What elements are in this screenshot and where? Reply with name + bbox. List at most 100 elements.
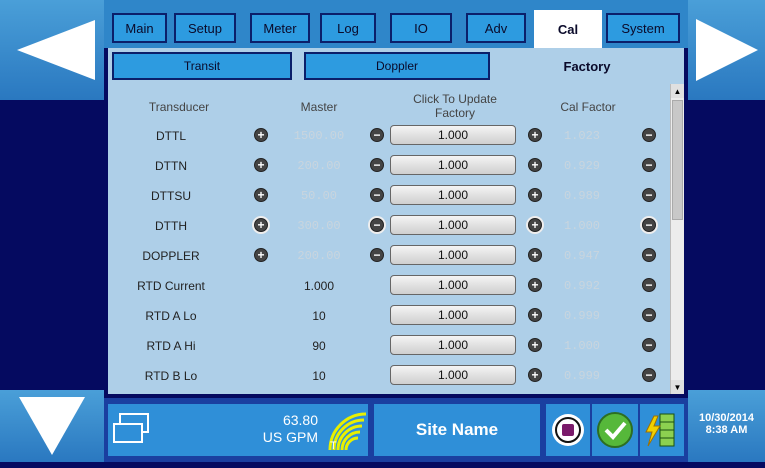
update-factor-button[interactable]: 1.000 [390,275,516,295]
master-value: 300.00 [297,219,341,233]
signal-label: T [330,440,337,452]
header-click-to-update: Click To Update Factory [380,92,530,120]
cal-decrement-icon[interactable]: − [642,128,656,142]
cal-increment-icon[interactable]: + [528,128,542,142]
row-label: DTTSU [151,189,191,203]
master-value: 1500.00 [293,129,345,143]
cal-decrement-icon[interactable]: − [642,248,656,262]
master-decrement-icon[interactable]: − [370,248,384,262]
tab-cal[interactable]: Cal [534,10,602,48]
update-factor-button[interactable]: 1.000 [390,155,516,175]
app-frame: Main Setup Meter Log IO Adv Cal System T… [0,0,765,468]
update-factor-button[interactable]: 1.000 [390,185,516,205]
master-decrement-icon[interactable]: − [370,188,384,202]
cal-decrement-icon[interactable]: − [642,278,656,292]
master-value: 200.00 [297,159,341,173]
master-increment-icon[interactable]: + [254,188,268,202]
cal-decrement-icon[interactable]: − [642,218,656,232]
cal-increment-icon[interactable]: + [528,248,542,262]
arrow-left-icon [17,20,95,80]
header-transducer: Transducer [148,100,210,114]
row-label: RTD A Hi [146,339,196,353]
row-label: DTTH [155,219,187,233]
left-gutter [0,100,104,390]
status-bar: 63.80 US GPM T Site Name [104,398,688,462]
update-factor-button[interactable]: 1.000 [390,125,516,145]
stop-button[interactable] [546,404,590,456]
scroll-down-button[interactable]: ▼ [671,380,684,394]
cal-factor-value: 0.992 [563,279,600,293]
cal-increment-icon[interactable]: + [528,158,542,172]
update-factor-button[interactable]: 1.000 [390,365,516,385]
cal-factor-value: 1.000 [563,219,600,233]
right-gutter [688,100,765,390]
battery-charging-icon [645,413,675,447]
checkmark-icon [597,412,633,448]
master-increment-icon[interactable]: + [254,158,268,172]
tab-adv[interactable]: Adv [466,13,526,43]
tab-main[interactable]: Main [112,13,167,43]
scroll-thumb[interactable] [672,100,683,220]
tab-io[interactable]: IO [390,13,452,43]
scroll-up-button[interactable]: ▲ [671,84,684,98]
arrow-down-icon [19,397,85,455]
cal-increment-icon[interactable]: + [528,218,542,232]
subtab-factory[interactable]: Factory [494,52,680,80]
cal-factor-value: 0.947 [563,249,600,263]
master-increment-icon[interactable]: + [254,218,268,232]
cal-increment-icon[interactable]: + [528,188,542,202]
ok-button[interactable] [592,404,638,456]
tab-meter[interactable]: Meter [250,13,310,43]
stop-icon [552,414,584,446]
update-factor-button[interactable]: 1.000 [390,335,516,355]
update-factor-button[interactable]: 1.000 [390,245,516,265]
tab-log[interactable]: Log [320,13,376,43]
cal-increment-icon[interactable]: + [528,278,542,292]
calibration-panel: Transit Doppler Factory Transducer Maste… [108,48,684,394]
site-name-button[interactable]: Site Name [374,404,540,456]
tab-setup[interactable]: Setup [174,13,236,43]
calibration-table: Transducer Master Click To Update Factor… [108,84,668,394]
row-label: RTD B Lo [144,369,198,383]
subtab-doppler[interactable]: Doppler [304,52,490,80]
time-text: 8:38 AM [705,424,748,436]
master-decrement-icon[interactable]: − [370,128,384,142]
master-value: 10 [312,309,326,323]
nav-forward-button[interactable] [688,0,765,100]
update-factor-button[interactable]: 1.000 [390,305,516,325]
cal-decrement-icon[interactable]: − [642,308,656,322]
cal-decrement-icon[interactable]: − [642,338,656,352]
cal-decrement-icon[interactable]: − [642,368,656,382]
flow-unit: US GPM [262,429,318,445]
cal-factor-value: 0.929 [563,159,600,173]
flow-readout[interactable]: 63.80 US GPM [108,404,326,456]
master-increment-icon[interactable]: + [254,128,268,142]
cal-factor-value: 1.023 [563,129,600,143]
flow-value-block: 63.80 US GPM [238,412,318,446]
cal-increment-icon[interactable]: + [528,338,542,352]
master-value: 50.00 [300,189,337,203]
signal-box[interactable]: T [326,404,368,456]
master-decrement-icon[interactable]: − [370,158,384,172]
cal-decrement-icon[interactable]: − [642,188,656,202]
tab-system[interactable]: System [606,13,680,43]
cal-increment-icon[interactable]: + [528,308,542,322]
vertical-scrollbar[interactable]: ▲ ▼ [670,84,684,394]
cal-factor-value: 0.999 [563,309,600,323]
nav-down-button[interactable] [0,390,104,462]
nav-back-button[interactable] [0,0,104,100]
cal-increment-icon[interactable]: + [528,368,542,382]
row-label: RTD Current [137,279,205,293]
update-factor-button[interactable]: 1.000 [390,215,516,235]
master-decrement-icon[interactable]: − [370,218,384,232]
header-cal-factor: Cal Factor [560,100,616,114]
master-increment-icon[interactable]: + [254,248,268,262]
cal-factor-value: 0.989 [563,189,600,203]
battery-status-button[interactable] [640,404,684,456]
arrow-right-icon [695,19,758,81]
row-label: DTTL [156,129,186,143]
cal-decrement-icon[interactable]: − [642,158,656,172]
tab-bar: Main Setup Meter Log IO Adv Cal System [104,0,688,48]
subtab-transit[interactable]: Transit [112,52,292,80]
master-value: 1.000 [303,279,335,293]
